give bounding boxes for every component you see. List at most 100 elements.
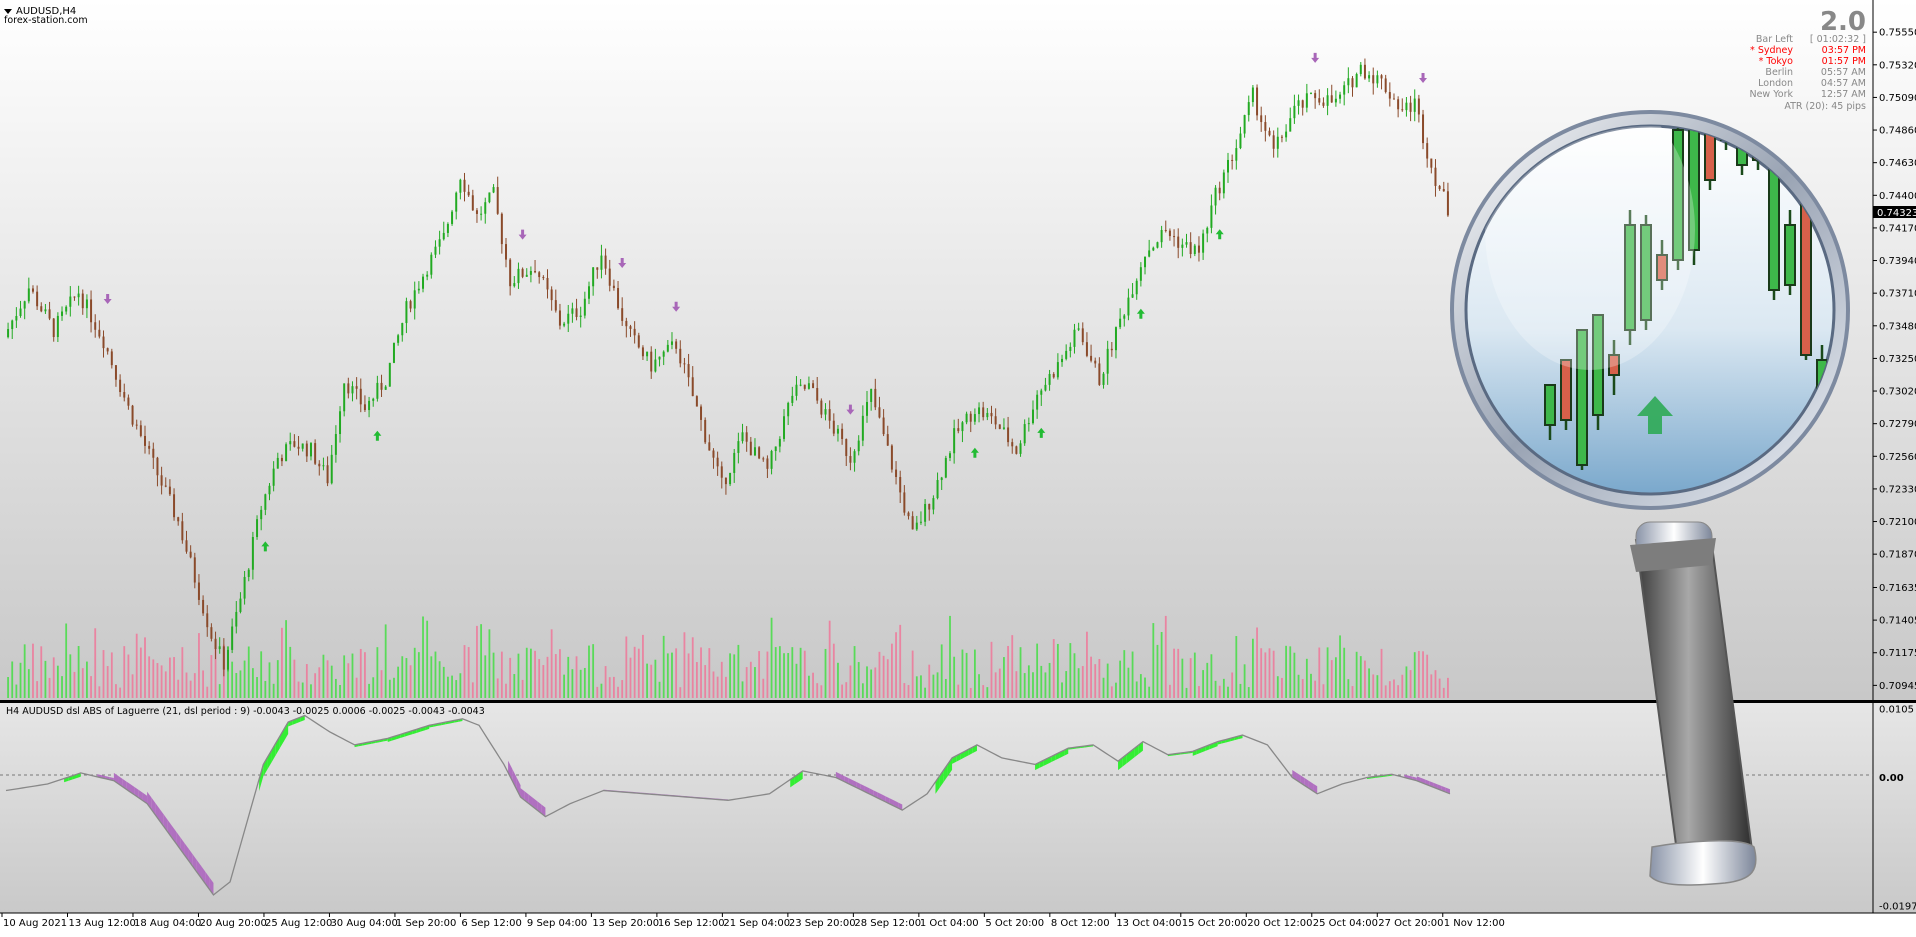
volume-bar xyxy=(949,615,951,698)
current-price-label: 0.74323 xyxy=(1877,208,1916,219)
volume-bar xyxy=(1384,685,1387,698)
volume-bar xyxy=(708,648,711,698)
price-tick-label: 0.70945 xyxy=(1879,681,1916,692)
time-tick-label: 6 Sep 12:00 xyxy=(461,918,521,929)
volume-bar xyxy=(940,644,943,698)
volume-bar xyxy=(15,684,18,698)
volume-bar xyxy=(260,651,263,698)
volume-bar xyxy=(355,677,358,698)
volume-bar xyxy=(1110,686,1113,698)
volume-bar xyxy=(899,624,902,698)
volume-bar xyxy=(505,683,507,698)
volume-bar xyxy=(218,684,221,698)
volume-bar xyxy=(845,682,848,698)
volume-bar xyxy=(982,685,985,698)
candle xyxy=(131,404,134,427)
volume-bar xyxy=(832,643,835,698)
volume-bar xyxy=(173,657,175,698)
volume-bar xyxy=(23,644,26,698)
volume-bar xyxy=(1397,685,1400,698)
volume-bar xyxy=(803,650,806,698)
volume-bar xyxy=(637,648,640,698)
volume-bar xyxy=(1094,664,1097,698)
volume-bar xyxy=(476,625,478,698)
price-tick-label: 0.75320 xyxy=(1879,60,1916,71)
volume-bar xyxy=(32,643,34,698)
candle xyxy=(488,192,491,204)
volume-bar xyxy=(293,659,296,698)
volume-bar xyxy=(1434,670,1437,698)
volume-bar xyxy=(239,670,242,698)
volume-bar xyxy=(285,620,287,698)
volume-bar xyxy=(156,663,159,698)
volume-bar xyxy=(1173,648,1175,698)
price-tick-label: 0.74630 xyxy=(1879,158,1916,169)
volume-bar xyxy=(994,672,997,698)
volume-bar xyxy=(492,652,495,698)
volume-bar xyxy=(1376,675,1379,698)
chart-canvas[interactable]: 0.75550 0.75320 0.75090 0.74860 0.74630 0.744… xyxy=(0,0,1916,933)
volume-bar xyxy=(359,648,362,698)
price-tick-label: 0.74170 xyxy=(1879,223,1916,234)
volume-bar xyxy=(783,653,785,698)
volume-bar xyxy=(911,650,914,698)
volume-bar xyxy=(1231,672,1234,698)
volume-bar xyxy=(413,647,416,698)
volume-bar xyxy=(729,653,731,698)
candle xyxy=(314,439,317,465)
pane-separator[interactable] xyxy=(0,700,1916,703)
volume-bar xyxy=(281,627,283,698)
volume-bar xyxy=(666,653,669,698)
price-tick-label: 0.74400 xyxy=(1879,191,1916,202)
volume-bar xyxy=(135,633,138,698)
volume-bar xyxy=(808,675,810,698)
volume-bar xyxy=(231,661,234,698)
volume-bar xyxy=(1090,656,1092,698)
time-tick-label: 1 Sep 20:00 xyxy=(396,918,456,929)
volume-bar xyxy=(409,665,412,698)
volume-bar xyxy=(1077,668,1080,698)
volume-bar xyxy=(1214,680,1217,698)
candle xyxy=(758,446,761,460)
volume-bar xyxy=(957,684,960,698)
volume-bar xyxy=(1305,658,1308,698)
volume-bar xyxy=(1326,647,1329,698)
window-title-block: AUDUSD,H4 forex-station.com xyxy=(4,6,88,26)
volume-bar xyxy=(1023,673,1026,698)
volume-bar xyxy=(405,658,408,698)
volume-bar xyxy=(812,672,814,698)
volume-bar xyxy=(496,678,499,698)
candle xyxy=(1015,445,1018,455)
price-tick-label: 0.73250 xyxy=(1879,354,1916,365)
volume-bar xyxy=(1239,683,1242,698)
volume-bar xyxy=(451,675,453,698)
volume-bar xyxy=(1430,674,1433,698)
price-tick-label: 0.71635 xyxy=(1879,583,1916,594)
lens-candle xyxy=(1560,359,1572,430)
volume-bar xyxy=(1185,687,1188,698)
volume-bar xyxy=(69,654,72,698)
volume-bar xyxy=(509,657,512,698)
volume-bar xyxy=(339,684,341,698)
volume-bar xyxy=(998,668,1001,698)
volume-bar xyxy=(550,629,553,698)
price-tick-label: 0.73940 xyxy=(1879,256,1916,267)
volume-bar xyxy=(202,670,204,698)
volume-bar xyxy=(754,667,756,698)
volume-bar xyxy=(534,650,536,698)
volume-bar xyxy=(725,676,727,698)
volume-bar xyxy=(1301,679,1304,698)
volume-bar xyxy=(169,657,171,698)
volume-bar xyxy=(953,656,956,698)
volume-bar xyxy=(1011,635,1014,698)
session-name: Bar Left xyxy=(1756,34,1793,45)
volume-bar xyxy=(94,628,97,698)
volume-bar xyxy=(106,666,109,698)
volume-bar xyxy=(907,685,910,698)
volume-bar xyxy=(625,636,628,698)
volume-bar xyxy=(1276,676,1279,698)
indicator-tick-label: -0.0197 xyxy=(1879,902,1916,913)
volume-bar xyxy=(484,655,487,698)
volume-bar xyxy=(571,669,574,698)
candle xyxy=(890,444,893,473)
